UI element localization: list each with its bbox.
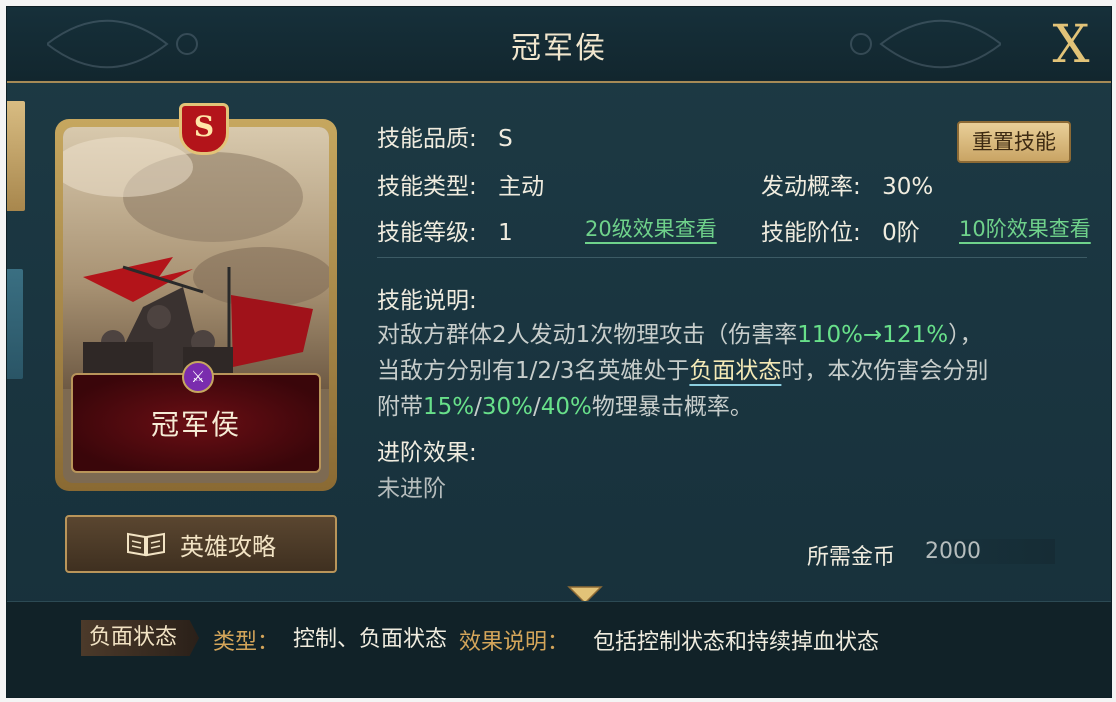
skill-desc-label: 技能说明: [377, 288, 477, 314]
hero-guide-label: 英雄攻略 [180, 532, 276, 561]
skill-level-row: 技能等级: 1 [377, 213, 513, 247]
level20-effect-link[interactable]: 20级效果查看 [585, 213, 717, 243]
skill-rank-value: 0阶 [882, 220, 920, 246]
crit-rate-2: 30% [481, 394, 533, 420]
skill-detail-panel: 冠军侯 X S ⚔ 冠军侯 英雄攻略 技能品质: S 重置技能 技能类型: 主动… [6, 6, 1112, 698]
skill-type-label: 技能类型: [377, 174, 477, 200]
damage-rate: 110%→121% [797, 322, 949, 348]
status-tag: 负面状态 [81, 620, 200, 656]
divider [377, 257, 1087, 258]
skill-quality-label: 技能品质: [377, 126, 477, 152]
reset-skill-button[interactable]: 重置技能 [957, 121, 1071, 163]
skill-rank-label: 技能阶位: [761, 220, 861, 246]
desc-text: 物理暴击概率。 [591, 394, 753, 420]
grade-badge: S [179, 103, 229, 155]
skill-info: 技能品质: S 重置技能 技能类型: 主动 发动概率: 30% 技能等级: 1 … [377, 111, 1097, 551]
skill-chance-row: 发动概率: 30% [761, 167, 933, 201]
status-type-label: 类型： [213, 630, 280, 655]
crit-rate-1: 15% [423, 394, 475, 420]
desc-line-2: 当敌方分别有1/2/3名英雄处于负面状态时，本次伤害会分别 [377, 353, 1077, 389]
hero-card-inner: ⚔ 冠军侯 [63, 127, 329, 483]
skill-level-value: 1 [498, 220, 513, 246]
close-button[interactable]: X [1043, 17, 1099, 73]
advance-effect-label: 进阶效果: [377, 440, 477, 466]
desc-text: 对敌方群体2人发动1次物理攻击（伤害率 [377, 322, 798, 348]
book-icon [127, 532, 165, 557]
status-footer: 负面状态 类型： 控制、负面状态 效果说明： 包括控制状态和持续掉血状态 [7, 601, 1111, 697]
skill-description: 对敌方群体2人发动1次物理攻击（伤害率110%→121%）， 当敌方分别有1/2… [377, 317, 1077, 425]
desc-text: 当敌方分别有1/2/3名英雄处于 [377, 358, 690, 384]
hero-card: ⚔ 冠军侯 [55, 119, 337, 491]
crit-rate-3: 40% [540, 394, 592, 420]
desc-text: ）， [948, 322, 983, 348]
desc-line-3: 附带15%/30%/40%物理暴击概率。 [377, 389, 1077, 425]
status-type-value: 控制、负面状态 [293, 627, 448, 652]
desc-sep: / [474, 394, 482, 420]
skill-chance-label: 发动概率: [761, 174, 861, 200]
hero-artwork [63, 127, 329, 389]
side-tab-1[interactable] [7, 101, 25, 211]
header-bar: 冠军侯 X [7, 7, 1111, 83]
rank10-effect-link[interactable]: 10阶效果查看 [959, 213, 1091, 243]
desc-text: 附带 [377, 394, 423, 420]
skill-type-row: 技能类型: 主动 [377, 167, 544, 201]
skill-chance-value: 30% [882, 174, 934, 200]
skill-level-label: 技能等级: [377, 220, 477, 246]
desc-text: 时，本次伤害会分别 [781, 358, 989, 384]
advance-effect-value: 未进阶 [377, 476, 446, 502]
side-tab-2[interactable] [7, 269, 23, 379]
page-title: 冠军侯 [511, 31, 607, 66]
desc-sep: / [533, 394, 541, 420]
faction-icon: ⚔ [182, 361, 214, 393]
skill-type-value: 主动 [498, 174, 545, 200]
hero-guide-button[interactable]: 英雄攻略 [65, 515, 337, 573]
desc-line-1: 对敌方群体2人发动1次物理攻击（伤害率110%→121%）， [377, 317, 1077, 353]
gold-cost-value: 2000 [925, 539, 1055, 564]
hero-name: 冠军侯 [150, 408, 241, 441]
hero-name-plate: ⚔ 冠军侯 [71, 361, 321, 473]
status-effect-value: 包括控制状态和持续掉血状态 [593, 630, 880, 655]
skill-rank-row: 技能阶位: 0阶 [761, 213, 920, 247]
negative-status-keyword[interactable]: 负面状态 [689, 358, 781, 384]
gold-cost-label: 所需金币 [807, 545, 896, 570]
status-effect-label: 效果说明： [459, 630, 570, 655]
skill-quality-row: 技能品质: S [377, 119, 513, 153]
skill-quality-value: S [498, 126, 513, 152]
